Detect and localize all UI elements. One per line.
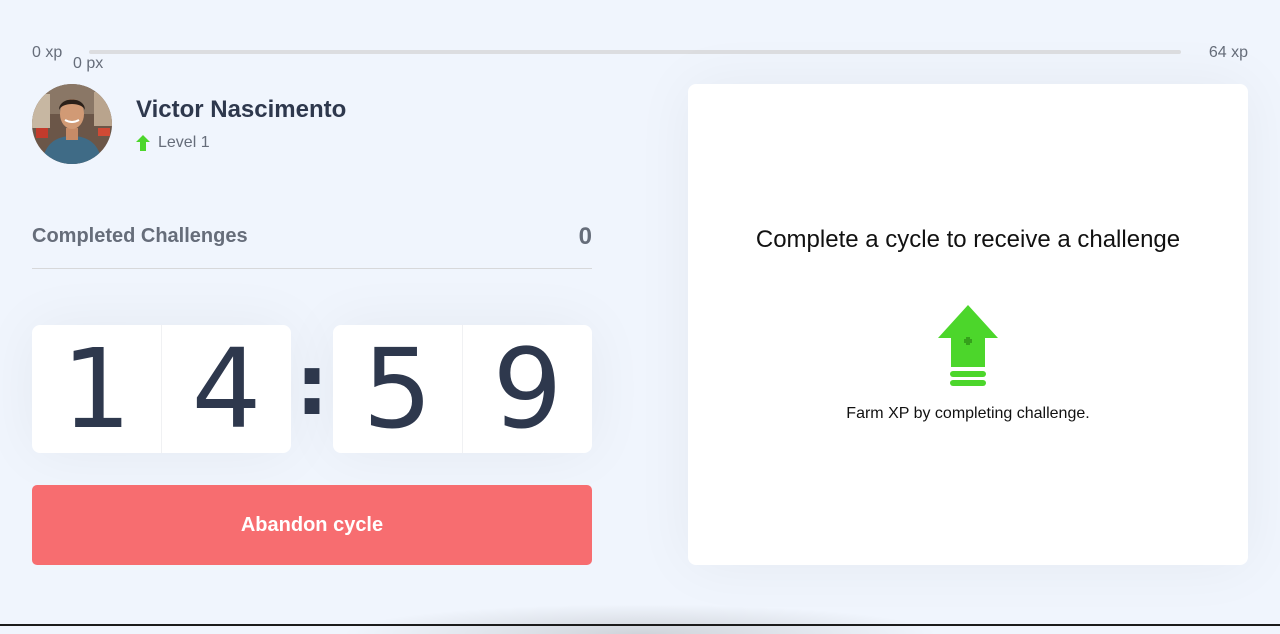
- challenge-title: Complete a cycle to receive a challenge: [755, 226, 1181, 253]
- xp-track: [89, 50, 1181, 54]
- bottom-shadow: [340, 604, 940, 634]
- avatar: [32, 84, 112, 164]
- level-up-arrow-icon: [136, 135, 150, 151]
- countdown-timer: 1 4 : 5 9: [32, 325, 592, 453]
- challenge-description: Farm XP by completing challenge.: [846, 405, 1090, 422]
- challenge-card: Complete a cycle to receive a challenge …: [688, 84, 1248, 565]
- profile-name: Victor Nascimento: [136, 96, 347, 123]
- profile: Victor Nascimento Level 1: [32, 84, 346, 164]
- xp-current-label: 0 px: [73, 55, 104, 72]
- second-digit-tens: 5: [362, 325, 433, 453]
- minutes-display: 1 4: [32, 325, 291, 453]
- completed-challenges-label: Completed Challenges: [32, 225, 248, 247]
- xp-min-label: 0 xp: [32, 44, 63, 61]
- minute-digit-tens: 1: [61, 325, 132, 453]
- seconds-display: 5 9: [333, 325, 592, 453]
- experience-bar: 0 xp 0 px 64 xp: [32, 40, 1248, 72]
- level-label: Level 1: [158, 134, 210, 151]
- completed-challenges: Completed Challenges 0: [32, 220, 592, 269]
- time-separator: :: [295, 336, 329, 434]
- xp-max-label: 64 xp: [1208, 44, 1248, 61]
- abandon-cycle-button[interactable]: Abandon cycle: [32, 485, 592, 565]
- level-indicator: Level 1: [136, 134, 346, 152]
- level-up-icon: [938, 305, 998, 392]
- second-digit-ones: 9: [462, 325, 592, 453]
- completed-challenges-count: 0: [578, 223, 592, 250]
- minute-digit-ones: 4: [161, 325, 291, 453]
